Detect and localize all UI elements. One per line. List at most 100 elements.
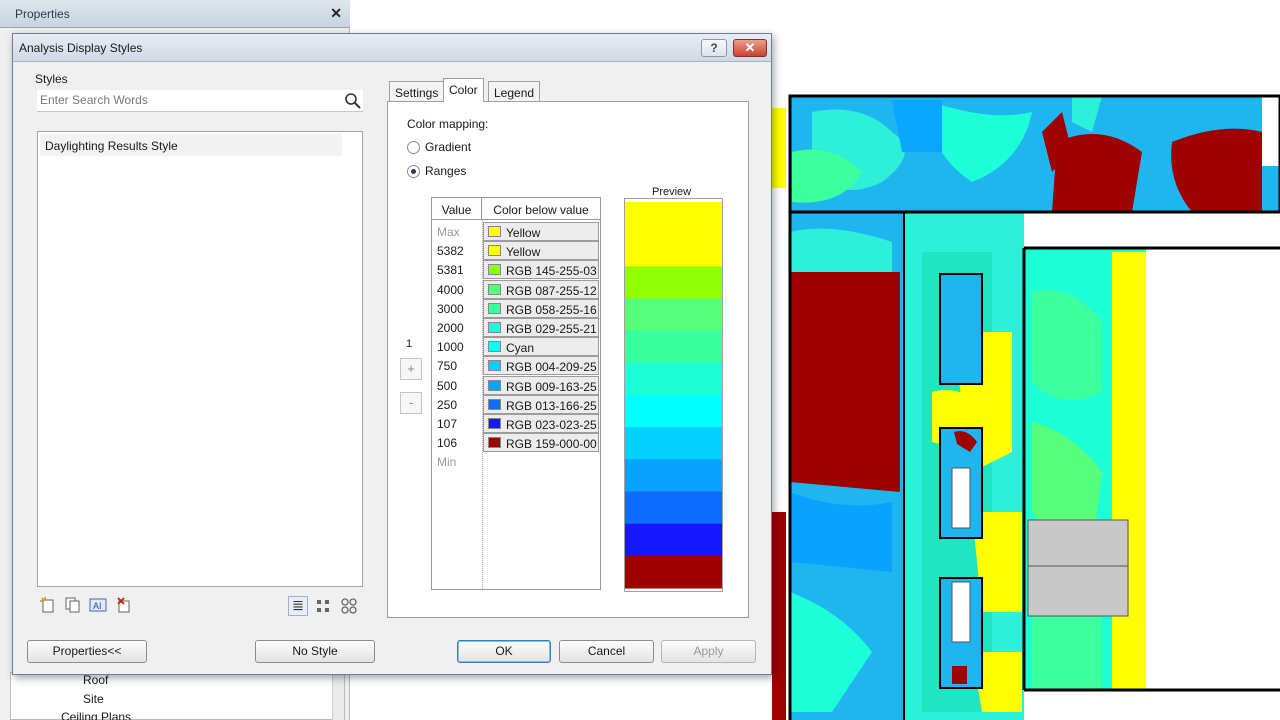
delete-style-icon[interactable] xyxy=(115,596,133,614)
table-row[interactable]: 750 RGB 004-209-25 xyxy=(432,356,600,376)
color-swatch xyxy=(488,398,501,410)
color-cell[interactable]: RGB 004-209-25 xyxy=(483,356,599,376)
tab-color[interactable]: Color xyxy=(443,78,484,102)
new-style-icon[interactable] xyxy=(39,596,57,614)
preview-band xyxy=(625,330,722,364)
ranges-label[interactable]: Ranges xyxy=(425,164,466,178)
gradient-radio[interactable] xyxy=(407,141,420,154)
range-value[interactable]: 106 xyxy=(437,436,457,450)
close-button[interactable]: ✕ xyxy=(733,39,767,57)
table-row[interactable]: 250 RGB 013-166-25 xyxy=(432,394,600,414)
no-style-button[interactable]: No Style xyxy=(255,640,375,663)
search-input[interactable] xyxy=(37,90,337,110)
ranges-table: Value Color below value Max Yellow 5382 Yel… xyxy=(431,197,601,590)
color-mapping-label: Color mapping: xyxy=(407,117,489,131)
range-value[interactable]: 1000 xyxy=(437,340,464,354)
preview-band xyxy=(625,266,722,299)
small-icons-view-icon[interactable] xyxy=(313,596,333,616)
range-value[interactable]: Min xyxy=(437,455,456,469)
help-icon: ? xyxy=(710,41,718,55)
tree-item-roof[interactable]: Roof xyxy=(83,673,108,687)
color-name: Yellow xyxy=(506,245,541,260)
tree-item-ceiling-plans[interactable]: Ceiling Plans xyxy=(61,710,131,720)
preview-band xyxy=(625,395,722,428)
color-name: RGB 058-255-16 xyxy=(506,302,597,317)
color-name: RGB 029-255-21 xyxy=(506,322,597,336)
column-header-color: Color below value xyxy=(482,198,600,220)
color-cell[interactable]: RGB 087-255-12 xyxy=(483,279,599,299)
color-cell[interactable]: RGB 145-255-03 xyxy=(483,260,599,280)
cancel-button[interactable]: Cancel xyxy=(559,640,654,663)
color-swatch xyxy=(488,437,501,449)
range-value[interactable]: 750 xyxy=(437,359,457,373)
duplicate-style-icon[interactable] xyxy=(64,596,82,614)
add-range-button[interactable]: + xyxy=(400,358,422,380)
styles-label: Styles xyxy=(35,72,68,86)
tab-legend[interactable]: Legend xyxy=(488,81,541,102)
preview-band xyxy=(625,523,722,557)
color-preview-bar xyxy=(624,198,723,592)
tab-settings[interactable]: Settings xyxy=(389,81,445,102)
color-cell[interactable]: RGB 058-255-16 xyxy=(483,298,599,318)
table-row[interactable]: 4000 RGB 087-255-12 xyxy=(432,279,600,299)
daylighting-plan-view[interactable] xyxy=(772,92,1280,720)
table-row[interactable]: Min xyxy=(432,452,600,471)
color-swatch xyxy=(488,226,501,237)
table-row[interactable]: 5382 Yellow xyxy=(432,241,600,261)
preview-band xyxy=(625,459,722,492)
table-row[interactable]: 2000 RGB 029-255-21 xyxy=(432,318,600,337)
selected-row-index: 1 xyxy=(406,338,413,350)
styles-list[interactable]: Daylighting Results Style xyxy=(37,131,363,587)
color-cell[interactable]: RGB 029-255-21 xyxy=(483,318,599,337)
color-swatch xyxy=(488,322,501,333)
table-row[interactable]: Max Yellow xyxy=(432,222,600,241)
svg-text:AI: AI xyxy=(93,601,102,611)
ok-button[interactable]: OK xyxy=(457,640,551,663)
color-cell[interactable]: Cyan xyxy=(483,337,599,357)
ranges-radio[interactable] xyxy=(407,165,420,178)
tree-item-site[interactable]: Site xyxy=(83,692,104,706)
preview-band xyxy=(625,427,722,460)
close-icon[interactable]: ✕ xyxy=(330,5,342,22)
range-value[interactable]: 5382 xyxy=(437,244,464,258)
gradient-label[interactable]: Gradient xyxy=(425,140,471,154)
range-value[interactable]: 3000 xyxy=(437,302,464,316)
rename-style-icon[interactable]: AI xyxy=(89,596,107,614)
color-cell[interactable]: RGB 009-163-25 xyxy=(483,375,599,395)
color-cell[interactable]: RGB 023-023-25 xyxy=(483,414,599,433)
large-icons-view-icon[interactable] xyxy=(339,596,359,616)
table-row[interactable]: 1000 Cyan xyxy=(432,337,600,357)
table-row[interactable]: 500 RGB 009-163-25 xyxy=(432,375,600,395)
range-value[interactable]: 500 xyxy=(437,379,457,393)
range-value[interactable]: Max xyxy=(437,225,460,239)
color-cell[interactable]: Yellow xyxy=(483,241,599,261)
dialog-titlebar[interactable]: Analysis Display Styles ? ✕ xyxy=(13,34,771,62)
range-value[interactable]: 250 xyxy=(437,398,457,412)
table-row[interactable]: 3000 RGB 058-255-16 xyxy=(432,298,600,318)
properties-toggle-button[interactable]: Properties<< xyxy=(27,640,147,663)
project-browser-tree: Roof Site Ceiling Plans xyxy=(10,672,345,720)
range-value[interactable]: 5381 xyxy=(437,263,464,277)
range-value[interactable]: 107 xyxy=(437,417,457,431)
list-item-daylighting-results-style[interactable]: Daylighting Results Style xyxy=(40,134,342,156)
preview-band xyxy=(625,491,722,525)
search-icon[interactable] xyxy=(344,92,362,110)
remove-range-button[interactable]: - xyxy=(400,392,422,414)
color-swatch xyxy=(488,283,501,295)
tree-scrollbar[interactable] xyxy=(332,673,344,720)
apply-button[interactable]: Apply xyxy=(661,640,756,663)
color-name: RGB 087-255-12 xyxy=(506,283,597,298)
color-cell[interactable]: RGB 013-166-25 xyxy=(483,394,599,414)
table-row[interactable]: 107 RGB 023-023-25 xyxy=(432,414,600,433)
color-cell[interactable]: Yellow xyxy=(483,222,599,241)
list-view-icon[interactable] xyxy=(288,596,308,616)
color-name: Yellow xyxy=(506,226,541,240)
range-value[interactable]: 4000 xyxy=(437,283,464,297)
color-name: RGB 004-209-25 xyxy=(506,360,597,375)
radio-selected-dot xyxy=(411,169,416,174)
table-row[interactable]: 106 RGB 159-000-00 xyxy=(432,433,600,453)
help-button[interactable]: ? xyxy=(701,39,727,57)
range-value[interactable]: 2000 xyxy=(437,321,464,335)
color-cell[interactable]: RGB 159-000-00 xyxy=(483,433,599,453)
table-row[interactable]: 5381 RGB 145-255-03 xyxy=(432,260,600,280)
